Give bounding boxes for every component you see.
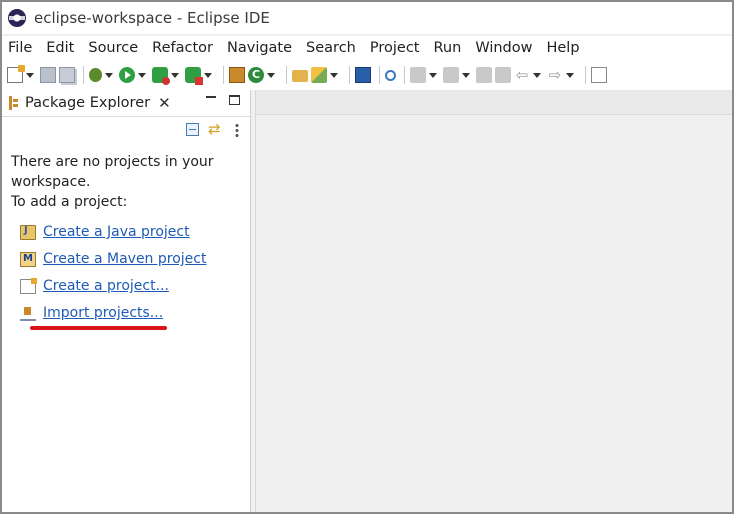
menu-search[interactable]: Search <box>299 36 363 60</box>
coverage-dropdown-icon[interactable] <box>171 72 179 78</box>
toolbar-separator <box>286 66 287 84</box>
menu-window[interactable]: Window <box>468 36 539 60</box>
search-icon[interactable] <box>385 69 396 81</box>
forward-dropdown-icon[interactable] <box>566 72 574 78</box>
back-icon[interactable]: ⇦ <box>514 67 530 83</box>
toolbar-separator <box>379 66 380 84</box>
save-icon[interactable] <box>40 67 56 83</box>
external-tools-icon[interactable] <box>185 67 203 85</box>
menu-file[interactable]: File <box>2 36 39 60</box>
view-toolbar: ⇄ <box>2 117 250 145</box>
link-label[interactable]: Import projects... <box>43 305 163 321</box>
menu-refactor[interactable]: Refactor <box>145 36 220 60</box>
last-edit-icon[interactable] <box>476 67 492 83</box>
window-title: eclipse-workspace - Eclipse IDE <box>34 9 270 27</box>
terminal-icon[interactable] <box>355 67 371 83</box>
create-maven-project-link[interactable]: Create a Maven project <box>20 251 206 267</box>
link-label[interactable]: Create a Java project <box>43 224 190 240</box>
eclipse-logo-icon <box>8 9 26 27</box>
menu-edit[interactable]: Edit <box>39 36 81 60</box>
message-line: To add a project: <box>11 194 128 210</box>
editor-area <box>255 90 732 512</box>
toolbar-separator <box>223 66 224 84</box>
new-class-dropdown-icon[interactable] <box>267 72 275 78</box>
previous-annotation-dropdown-icon[interactable] <box>462 72 470 78</box>
toolbar-separator <box>83 66 84 84</box>
message-line: workspace. <box>11 174 91 190</box>
open-folder-icon[interactable] <box>292 70 308 82</box>
create-java-project-link[interactable]: Create a Java project <box>20 224 190 240</box>
import-projects-icon <box>20 306 36 321</box>
menu-help[interactable]: Help <box>539 36 586 60</box>
package-explorer-icon <box>9 96 19 110</box>
new-project-icon <box>20 277 37 294</box>
new-class-icon[interactable]: C <box>248 67 264 83</box>
editor-tab-area <box>256 90 732 115</box>
collapse-all-icon[interactable] <box>186 123 199 136</box>
title-bar: eclipse-workspace - Eclipse IDE <box>2 2 732 34</box>
menu-navigate[interactable]: Navigate <box>220 36 299 60</box>
empty-workspace-message: There are no projects in your workspace.… <box>11 152 241 212</box>
maven-project-icon <box>20 251 36 267</box>
toolbar-separator <box>585 66 586 84</box>
import-projects-link[interactable]: Import projects... <box>20 305 163 321</box>
link-with-editor-icon[interactable]: ⇄ <box>208 120 221 138</box>
message-line: There are no projects in your <box>11 154 214 170</box>
previous-annotation-icon[interactable] <box>443 67 459 83</box>
maximize-view-icon[interactable] <box>229 95 240 105</box>
save-all-icon[interactable] <box>59 67 75 83</box>
debug-dropdown-icon[interactable] <box>105 72 113 78</box>
forward-icon[interactable]: ⇨ <box>547 67 563 83</box>
eclipse-window: eclipse-workspace - Eclipse IDE File Edi… <box>0 0 734 514</box>
view-menu-icon[interactable] <box>235 123 239 137</box>
create-project-link[interactable]: Create a project... <box>20 277 169 294</box>
link-label[interactable]: Create a Maven project <box>43 251 206 267</box>
new-package-icon[interactable] <box>229 67 245 83</box>
debug-icon[interactable] <box>89 68 102 82</box>
menu-project[interactable]: Project <box>363 36 427 60</box>
run-icon[interactable] <box>119 67 135 83</box>
close-icon[interactable]: ✕ <box>158 94 171 112</box>
package-explorer-view: Package Explorer ✕ ⇄ There are no projec… <box>2 90 251 512</box>
next-annotation-dropdown-icon[interactable] <box>429 72 437 78</box>
new-icon[interactable] <box>7 65 25 83</box>
coverage-icon[interactable] <box>152 67 170 85</box>
java-project-icon <box>20 224 36 240</box>
tools-dropdown-icon[interactable] <box>330 72 338 78</box>
menu-bar: File Edit Source Refactor Navigate Searc… <box>2 36 732 60</box>
minimize-icon[interactable] <box>206 96 216 98</box>
tools-icon[interactable] <box>311 67 327 83</box>
menu-source[interactable]: Source <box>81 36 145 60</box>
next-annotation-icon[interactable] <box>410 67 426 83</box>
new-dropdown-icon[interactable] <box>26 72 34 78</box>
toolbar-separator <box>349 66 350 84</box>
run-dropdown-icon[interactable] <box>138 72 146 78</box>
toolbar-separator <box>404 66 405 84</box>
package-explorer-title: Package Explorer <box>25 95 151 111</box>
package-explorer-tab[interactable]: Package Explorer ✕ <box>2 90 250 117</box>
external-tools-dropdown-icon[interactable] <box>204 72 212 78</box>
main-toolbar: C ⇦ ⇨ <box>2 60 732 90</box>
annotation-underline <box>30 326 167 330</box>
next-edit-icon[interactable] <box>495 67 511 83</box>
menu-run[interactable]: Run <box>427 36 469 60</box>
link-label[interactable]: Create a project... <box>43 278 169 294</box>
maximize-icon[interactable] <box>591 67 607 83</box>
back-dropdown-icon[interactable] <box>533 72 541 78</box>
